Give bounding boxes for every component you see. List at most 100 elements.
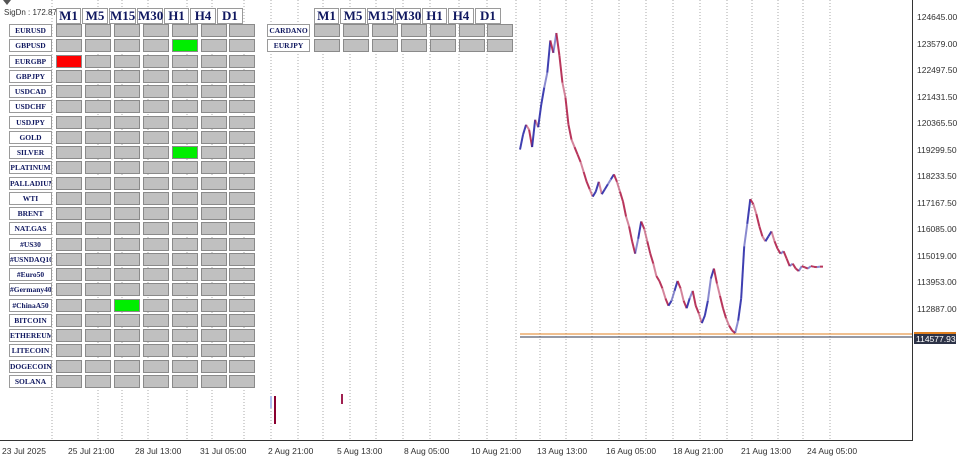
symbol-button-usndaq100[interactable]: #USNDAQ100 — [9, 252, 52, 266]
tf-header-h1[interactable]: H1 — [164, 8, 189, 24]
symbol-button-silver[interactable]: SILVER — [9, 146, 52, 159]
signal-cell — [200, 100, 227, 114]
price-segment — [712, 268, 718, 284]
price-segment — [743, 223, 749, 247]
symbol-button-platinum[interactable]: PLATINUM — [9, 161, 52, 175]
price-segment — [561, 82, 567, 98]
tf-header-m5[interactable]: M5 — [340, 8, 366, 24]
signal-cell — [229, 374, 256, 388]
signal-cell — [113, 252, 140, 266]
price-segment — [607, 178, 612, 185]
signal-cell — [84, 39, 111, 53]
symbol-button-usdchf[interactable]: USDCHF — [9, 100, 52, 114]
symbol-button-solana[interactable]: SOLANA — [9, 374, 52, 388]
price-segment — [810, 265, 815, 268]
signal-cell — [113, 146, 140, 159]
symbol-button-gbpusd[interactable]: GBPUSD — [9, 39, 52, 53]
signal-cell — [200, 283, 227, 297]
symbol-button-brent[interactable]: BRENT — [9, 207, 52, 220]
price-segment — [603, 183, 609, 190]
signal-cell — [200, 69, 227, 83]
signal-cell — [458, 39, 485, 53]
price-axis-label: 119299.50 — [917, 144, 957, 155]
symbol-button-bitcoin[interactable]: BITCOIN — [9, 313, 52, 327]
price-segment — [691, 290, 697, 306]
symbol-button-euro50[interactable]: #Euro50 — [9, 268, 52, 281]
symbol-button-germany40[interactable]: #Germany40 — [9, 283, 52, 297]
symbol-button-natgas[interactable]: NAT.GAS — [9, 222, 52, 236]
time-axis-label: 25 Jul 21:00 — [68, 446, 115, 456]
signal-cell — [56, 115, 82, 129]
symbol-button-eurjpy[interactable]: EURJPY — [267, 39, 310, 53]
signal-cell — [229, 39, 256, 53]
price-segment — [755, 213, 761, 227]
symbol-button-eurgbp[interactable]: EURGBP — [9, 54, 52, 68]
signal-cell — [200, 161, 227, 175]
signal-cell — [84, 85, 111, 98]
symbol-button-cardano[interactable]: CARDANO — [267, 24, 310, 37]
signal-cell — [113, 100, 140, 114]
tf-header-h4[interactable]: H4 — [448, 8, 474, 24]
signal-cell — [171, 359, 198, 373]
symbol-button-gbpjpy[interactable]: GBPJPY — [9, 69, 52, 83]
price-segment — [525, 124, 530, 131]
signal-cell — [56, 146, 82, 159]
tf-header-m30[interactable]: M30 — [137, 8, 163, 24]
signal-cell — [171, 69, 198, 83]
tf-header-m1[interactable]: M1 — [56, 8, 81, 24]
vertical-grid — [51, 0, 831, 440]
signal-cell — [84, 146, 111, 159]
signal-cell — [142, 146, 169, 159]
symbol-button-gold[interactable]: GOLD — [9, 130, 52, 144]
tf-header-m15[interactable]: M15 — [109, 8, 136, 24]
symbol-button-wti[interactable]: WTI — [9, 191, 52, 205]
signal-cell — [84, 115, 111, 129]
tf-header-m30[interactable]: M30 — [395, 8, 421, 24]
tf-header-d1[interactable]: D1 — [475, 8, 501, 24]
symbol-button-litecoin[interactable]: LITECOIN — [9, 344, 52, 358]
signal-cell — [229, 176, 256, 190]
signal-cell — [200, 176, 227, 190]
price-axis-label: 123579.00 — [917, 38, 958, 49]
symbol-button-palladium[interactable]: PALLADIUM — [9, 176, 52, 190]
symbol-button-chinaa50[interactable]: #ChinaA50 — [9, 298, 52, 312]
symbol-button-dogecoin[interactable]: DOGECOIN — [9, 359, 52, 373]
signal-cell — [200, 359, 227, 373]
signal-cell — [171, 191, 198, 205]
price-segment — [670, 290, 676, 302]
signal-cell — [56, 191, 82, 205]
signal-cell — [142, 69, 169, 83]
symbol-button-ethereum[interactable]: ETHEREUM — [9, 329, 52, 342]
signal-cell — [142, 313, 169, 327]
price-axis-label: 115019.00 — [917, 250, 957, 261]
symbol-button-usdcad[interactable]: USDCAD — [9, 85, 52, 98]
signal-cell — [113, 161, 140, 175]
tf-header-h4[interactable]: H4 — [190, 8, 216, 24]
tf-header-m5[interactable]: M5 — [82, 8, 108, 24]
price-segment — [740, 246, 746, 299]
time-axis-label: 18 Aug 21:00 — [673, 446, 724, 456]
symbol-button-us30[interactable]: #US30 — [9, 237, 52, 251]
signal-cell — [56, 39, 82, 53]
symbol-button-usdjpy[interactable]: USDJPY — [9, 115, 52, 129]
signal-cell — [142, 161, 169, 175]
signal-cell — [142, 100, 169, 114]
signal-cell — [200, 130, 227, 144]
chart-menu-icon[interactable] — [3, 0, 11, 5]
signal-cell — [113, 85, 140, 98]
symbol-button-eurusd[interactable]: EURUSD — [9, 24, 52, 37]
tf-header-m1[interactable]: M1 — [314, 8, 339, 24]
price-segment — [661, 288, 667, 299]
tf-header-d1[interactable]: D1 — [217, 8, 243, 24]
price-segment — [734, 320, 740, 334]
tf-header-m15[interactable]: M15 — [367, 8, 394, 24]
signal-cell — [84, 24, 111, 37]
tf-header-h1[interactable]: H1 — [422, 8, 447, 24]
signal-cell — [200, 115, 227, 129]
signal-cell — [84, 100, 111, 114]
price-segment — [737, 298, 743, 321]
signal-cell — [142, 207, 169, 220]
price-segment — [540, 87, 546, 106]
signal-cell — [142, 344, 169, 358]
signal-cell — [84, 283, 111, 297]
